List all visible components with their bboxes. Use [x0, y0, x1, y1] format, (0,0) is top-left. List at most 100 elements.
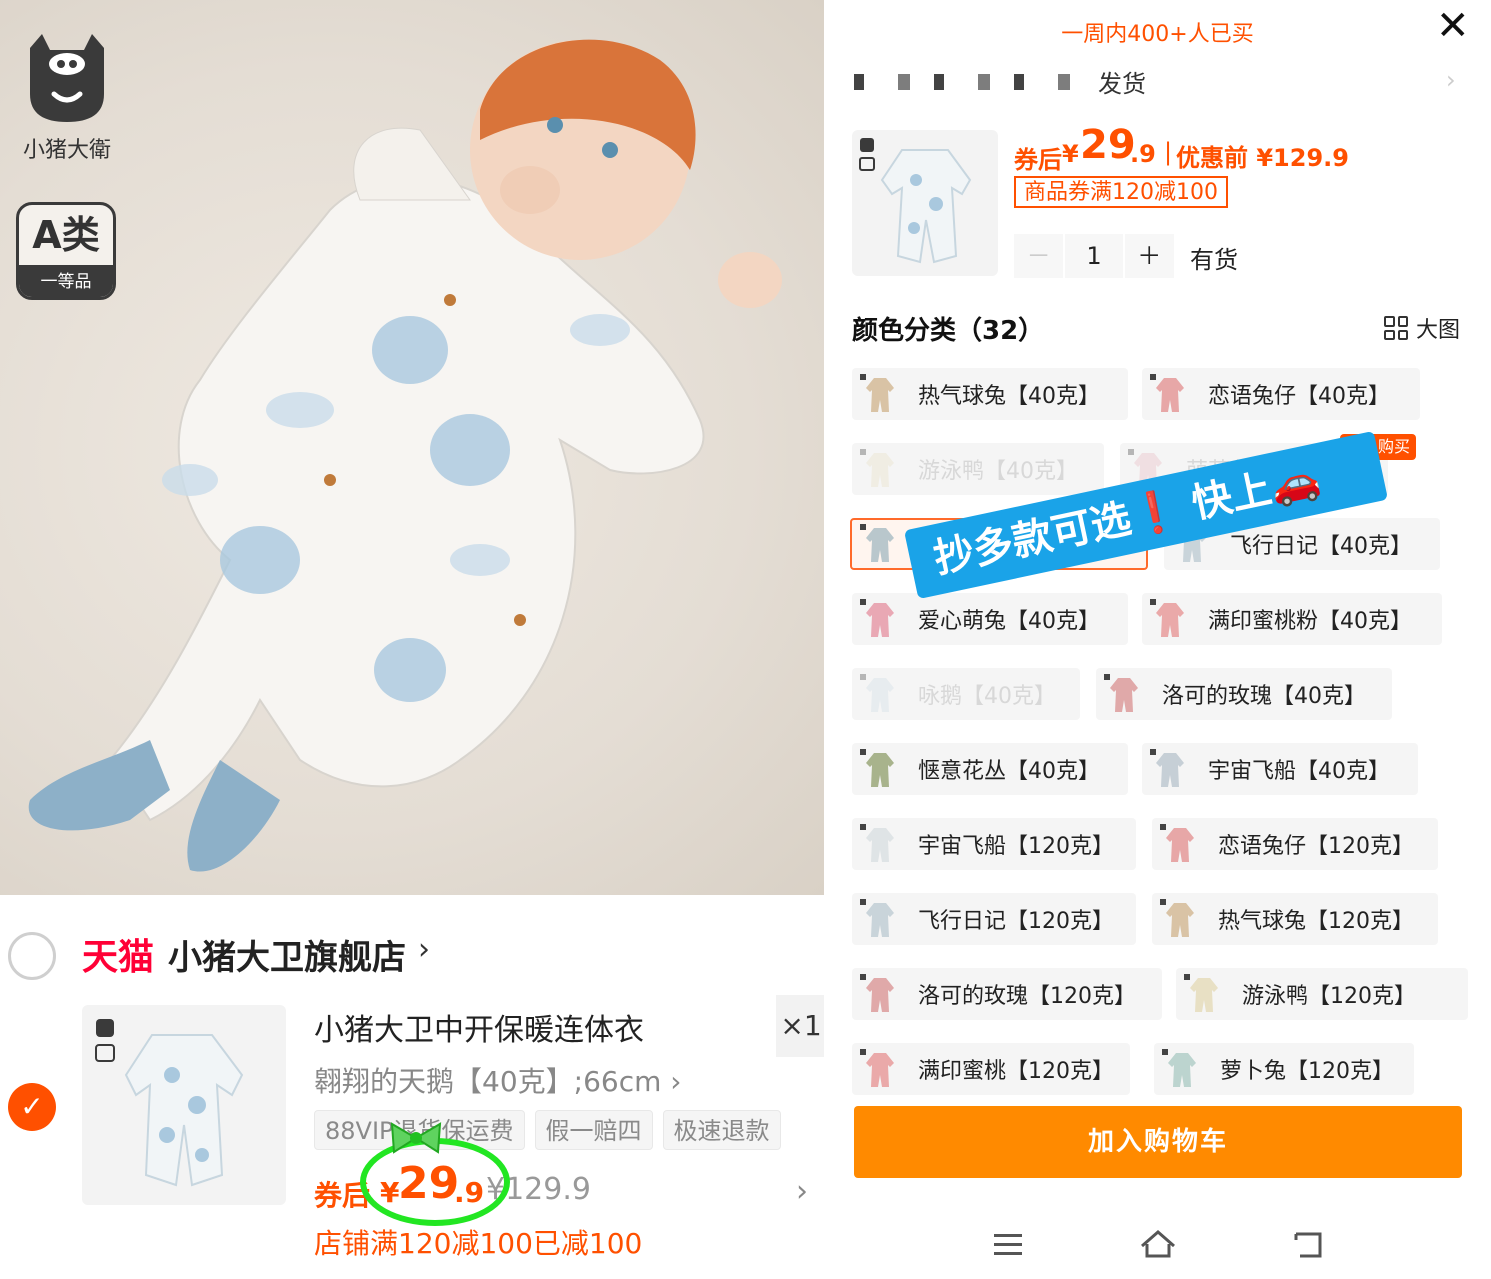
color-option[interactable]: 飞行日记【120克】 [852, 893, 1136, 945]
quantity-value[interactable]: 1 [1065, 234, 1123, 278]
shipping-row[interactable]: 发货 › [854, 64, 1464, 100]
tmall-label: 天猫 [82, 937, 155, 978]
sold-count: 一周内400+人已买 [1061, 22, 1254, 47]
option-label: 飞行日记【120克】 [918, 909, 1114, 934]
option-thumbnail-image [1150, 749, 1184, 787]
selected-price: 券后 ¥ 29 .9 | 优惠前 ¥129.9 [1014, 122, 1484, 174]
grade-badge-main: A类 [32, 213, 100, 257]
option-thumbnail-image [860, 374, 894, 412]
color-option[interactable]: 咏鹅【40克】 [852, 668, 1080, 720]
product-preview-panel: 小猪大衛 A类 一等品 天猫 小猪大卫旗舰店 › ✓ 小猪大卫中开保暖连体衣 ×… [0, 0, 824, 1279]
brand-logo-text: 小猪大衛 [22, 138, 111, 163]
option-thumbnail-image [860, 1049, 894, 1087]
option-label: 飞行日记【40克】 [1230, 534, 1412, 559]
option-label: 恋语兔仔【120克】 [1218, 834, 1414, 859]
color-option[interactable]: 热气球兔【120克】 [1152, 893, 1438, 945]
option-thumbnail-image [1150, 599, 1184, 637]
item-service-tags: 88VIP退货保运费 假一赔四 极速退款 [314, 1110, 781, 1150]
grid-icon [1384, 316, 1408, 340]
price-integer: 29 [1080, 122, 1136, 168]
color-option[interactable]: 洛可的玫瑰【120克】 [852, 968, 1162, 1020]
color-option[interactable]: 洛可的玫瑰【40克】 [1096, 668, 1392, 720]
brand-logo: 小猪大衛 [12, 28, 122, 164]
increment-button[interactable]: ＋ [1124, 234, 1174, 278]
service-tag: 极速退款 [662, 1110, 781, 1150]
romper-thumbnail-image [95, 1019, 244, 1187]
color-option[interactable]: 萝卜兔【120克】 [1154, 1043, 1414, 1095]
store-row[interactable]: 天猫 小猪大卫旗舰店 › [0, 920, 824, 990]
option-label: 宇宙飞船【40克】 [1208, 759, 1390, 784]
option-thumbnail-image [1160, 824, 1194, 862]
home-icon[interactable] [1138, 1224, 1178, 1264]
store-select-radio[interactable] [8, 932, 56, 980]
menu-icon[interactable] [988, 1224, 1028, 1264]
big-view-toggle[interactable]: 大图 [1384, 312, 1460, 344]
option-label: 热气球兔【40克】 [918, 384, 1100, 409]
system-nav-bar [824, 1216, 1491, 1272]
option-label: 萝卜兔【120克】 [1220, 1059, 1394, 1084]
store-name[interactable]: 小猪大卫旗舰店 [168, 930, 406, 979]
add-to-cart-button[interactable]: 加入购物车 [854, 1106, 1462, 1178]
option-label: 游泳鸭【120克】 [1242, 984, 1416, 1009]
baby-romper-illustration [28, 39, 782, 872]
chevron-right-icon[interactable]: › [796, 1174, 808, 1209]
option-label: 洛可的玫瑰【120克】 [918, 984, 1136, 1009]
option-thumbnail-image [860, 524, 894, 562]
option-label: 游泳鸭【40克】 [918, 459, 1078, 484]
car-icon: 🚗 [1266, 455, 1325, 511]
chevron-right-icon[interactable]: › [1446, 66, 1456, 94]
color-option[interactable]: 满印蜜桃【120克】 [852, 1043, 1130, 1095]
stock-status: 有货 [1190, 246, 1238, 274]
option-thumbnail-image [1184, 974, 1218, 1012]
exclamation-icon: ❗ [1125, 485, 1184, 541]
item-title[interactable]: 小猪大卫中开保暖连体衣 [314, 1005, 644, 1049]
item-quantity[interactable]: ×1 [776, 995, 824, 1057]
option-thumbnail-image [860, 749, 894, 787]
big-view-label: 大图 [1416, 318, 1461, 343]
banner-text-2: 快上 [1187, 465, 1276, 528]
close-icon[interactable]: ✕ [1436, 6, 1470, 46]
option-thumbnail-image [1150, 374, 1184, 412]
color-option[interactable]: 爱心萌兔【40克】 [852, 593, 1128, 645]
price-before-discount: 优惠前 ¥129.9 [1176, 144, 1349, 172]
option-label: 宇宙飞船【120克】 [918, 834, 1114, 859]
price-decimal: .9 [1130, 140, 1156, 168]
romper-thumbnail-image [859, 138, 972, 264]
grade-badge: A类 一等品 [16, 202, 116, 300]
option-thumbnail-image [860, 824, 894, 862]
shipping-text: 发货 [1098, 70, 1146, 98]
option-thumbnail-image [860, 974, 894, 1012]
selected-sku-thumbnail[interactable] [852, 130, 998, 276]
color-option[interactable]: 宇宙飞船【120克】 [852, 818, 1136, 870]
item-checked-icon[interactable]: ✓ [8, 1083, 56, 1131]
color-option[interactable]: 恋语兔仔【120克】 [1152, 818, 1438, 870]
grade-badge-sub: 一等品 [19, 265, 113, 297]
option-thumbnail-image [1104, 674, 1138, 712]
chevron-right-icon[interactable]: › [418, 932, 430, 967]
option-thumbnail-image [860, 449, 894, 487]
color-category-heading: 颜色分类（32） [852, 316, 1045, 346]
option-thumbnail-image [1160, 899, 1194, 937]
color-option[interactable]: 惬意花丛【40克】 [852, 743, 1128, 795]
coupon-tag: 商品券满120减100 [1014, 176, 1228, 208]
color-option[interactable]: 游泳鸭【40克】 [852, 443, 1104, 495]
option-thumbnail-image [860, 899, 894, 937]
color-option[interactable]: 游泳鸭【120克】 [1176, 968, 1468, 1020]
color-option[interactable]: 宇宙飞船【40克】 [1142, 743, 1418, 795]
color-option[interactable]: 满印蜜桃粉【40克】 [1142, 593, 1442, 645]
item-thumbnail[interactable] [82, 1005, 286, 1205]
option-label: 满印蜜桃粉【40克】 [1208, 609, 1412, 634]
green-bow-icon [390, 1122, 442, 1154]
store-discount-note: 店铺满120减100已减100 [314, 1227, 643, 1260]
option-label: 咏鹅【40克】 [918, 684, 1056, 709]
quantity-stepper[interactable]: － 1 ＋ [1014, 234, 1174, 278]
decrement-button[interactable]: － [1014, 234, 1064, 278]
back-icon[interactable] [1288, 1224, 1328, 1264]
option-label: 满印蜜桃【120克】 [918, 1059, 1114, 1084]
item-sku-selector[interactable]: 翱翔的天鹅【40克】;66cm › [314, 1060, 681, 1100]
pig-logo-icon [30, 34, 104, 122]
color-option[interactable]: 恋语兔仔【40克】 [1142, 368, 1420, 420]
option-label: 惬意花丛【40克】 [918, 759, 1100, 784]
color-option[interactable]: 热气球兔【40克】 [852, 368, 1128, 420]
option-thumbnail-image [1162, 1049, 1196, 1087]
